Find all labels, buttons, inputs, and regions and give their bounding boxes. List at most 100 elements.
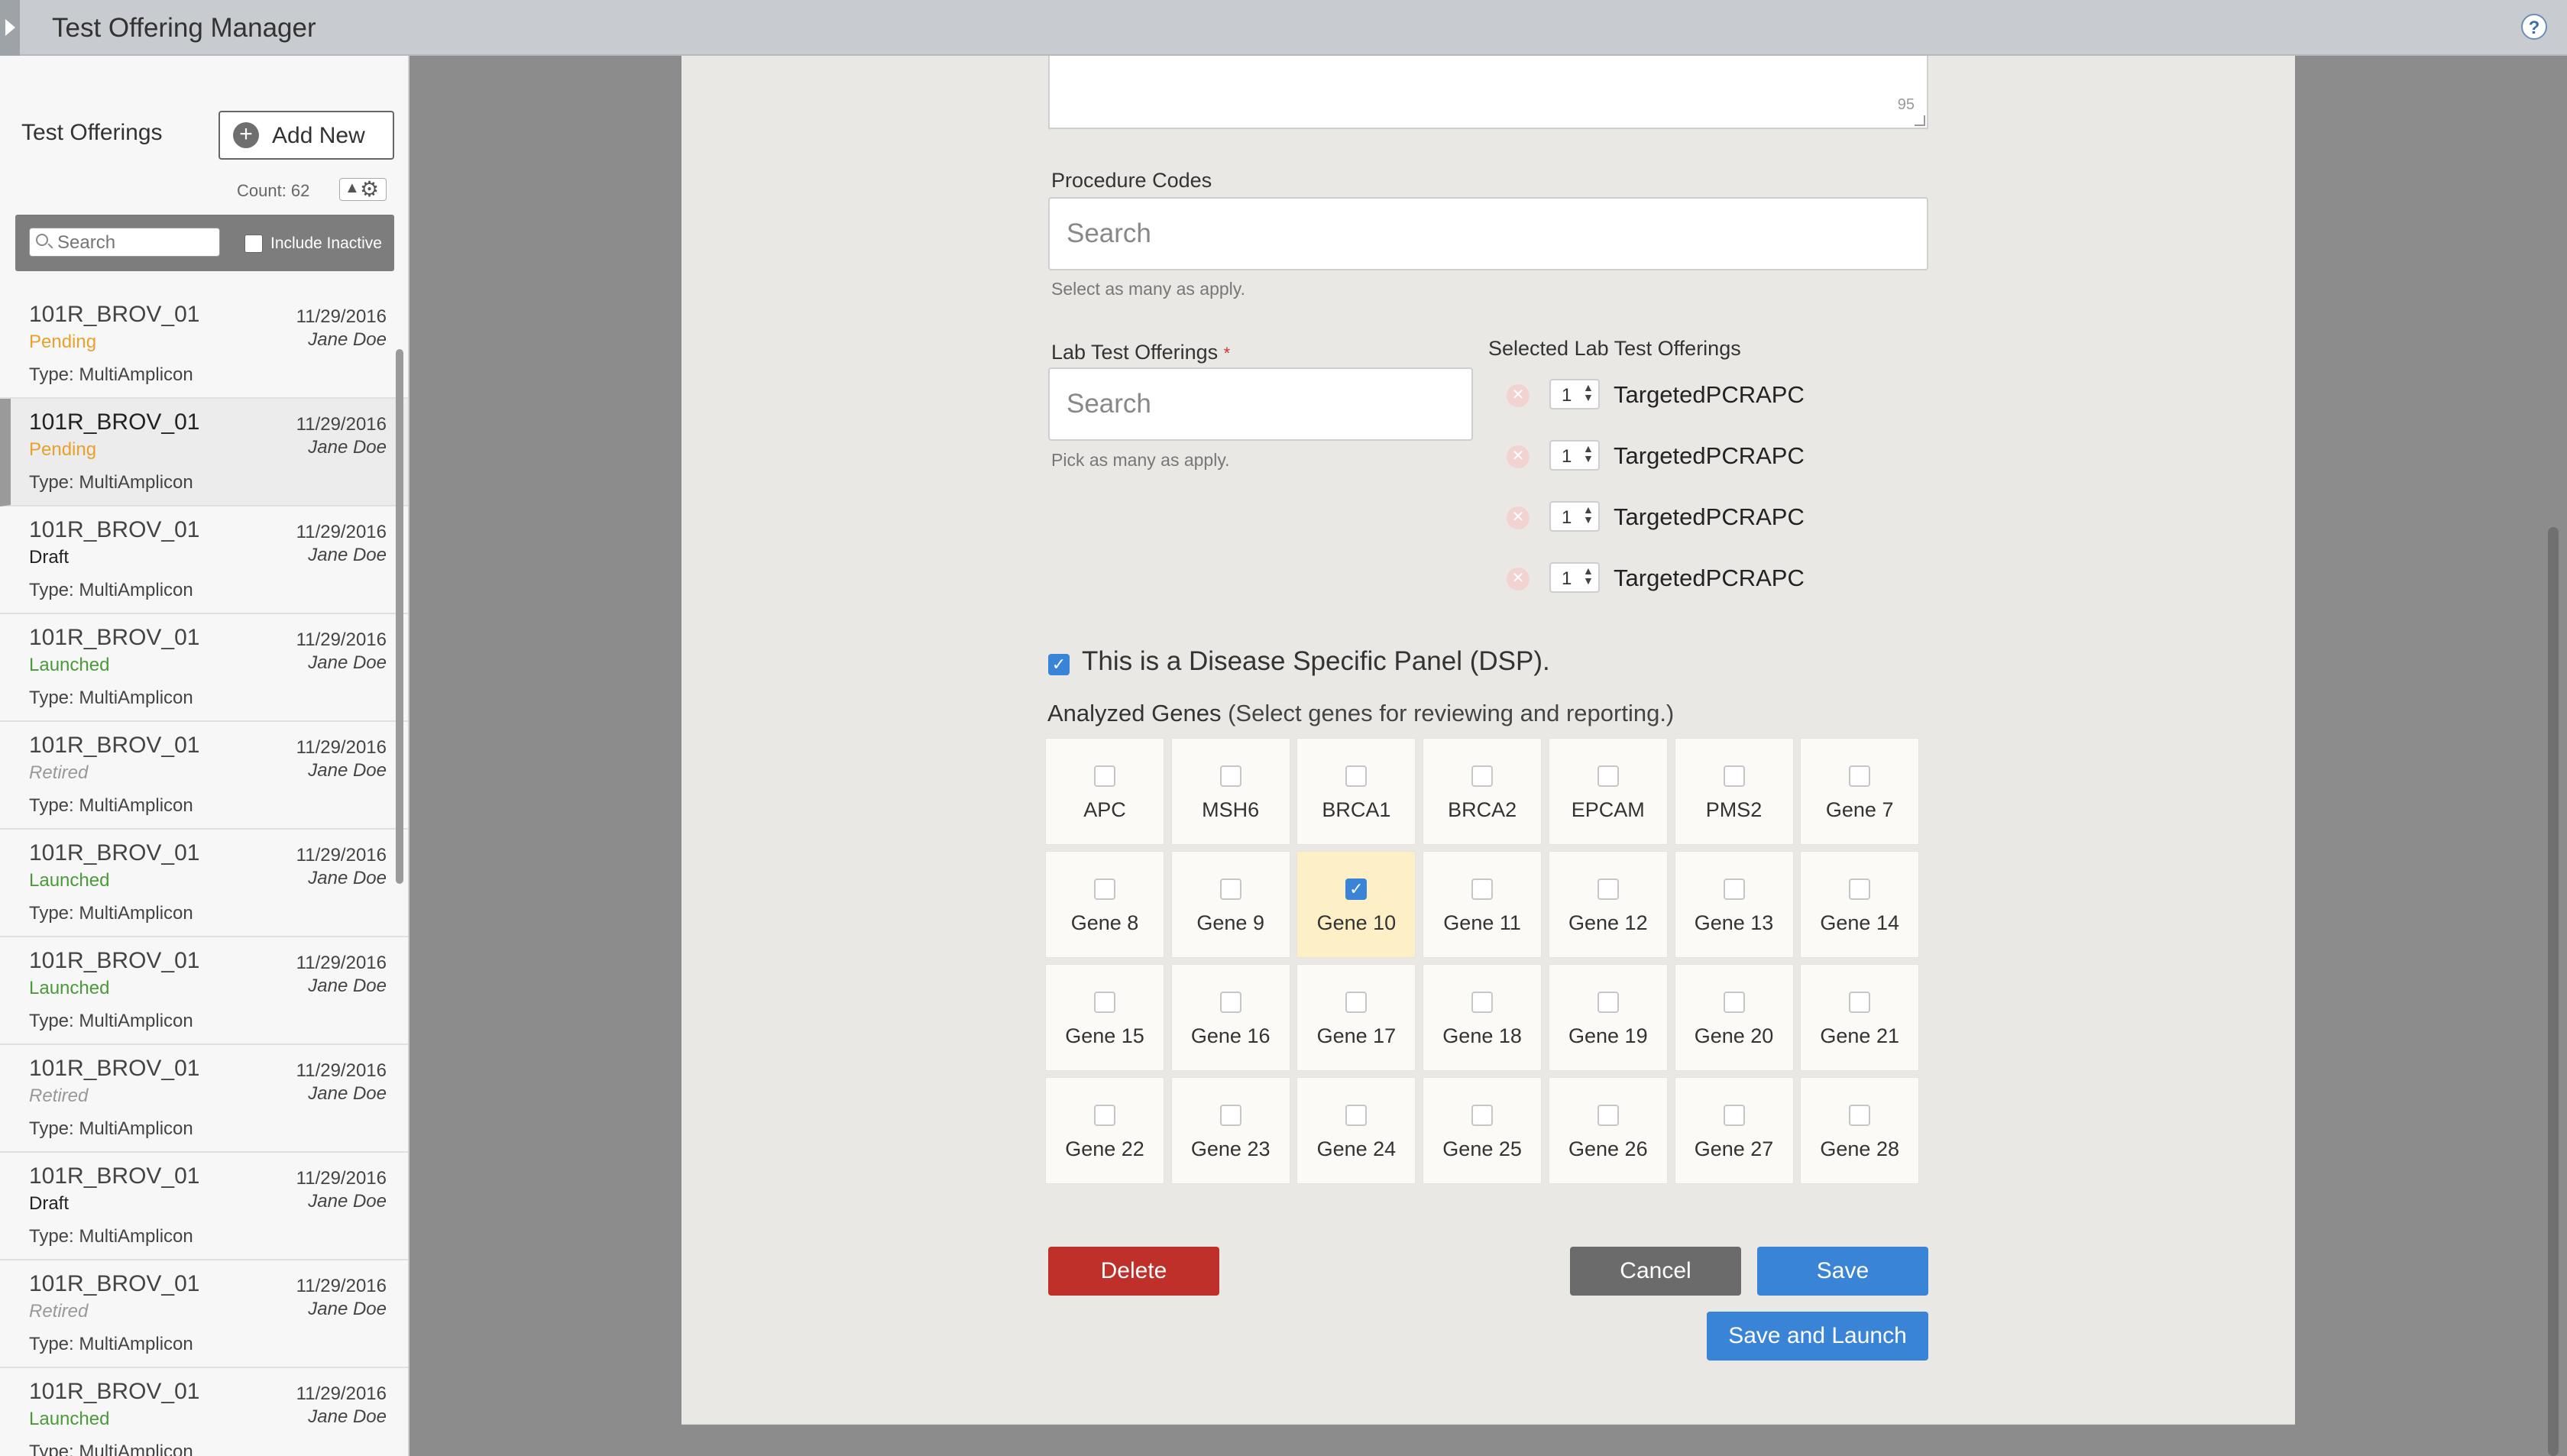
gene-checkbox[interactable] (1723, 765, 1745, 787)
remove-icon[interactable]: ✕ (1507, 445, 1530, 468)
gene-checkbox[interactable] (1345, 1105, 1368, 1126)
delete-button[interactable]: Delete (1048, 1247, 1219, 1296)
gene-option[interactable]: Gene 23 (1170, 1077, 1290, 1184)
gene-option[interactable]: Gene 17 (1296, 964, 1416, 1071)
list-item[interactable]: 101R_BROV_01 Pending Type: MultiAmplicon 11… (0, 399, 408, 506)
gene-option[interactable]: ✓ Gene 10 (1296, 851, 1416, 958)
gene-option[interactable]: BRCA1 (1296, 738, 1416, 845)
gene-option[interactable]: PMS2 (1674, 738, 1794, 845)
list-item[interactable]: 101R_BROV_01 Retired Type: MultiAmplicon 11… (0, 722, 408, 830)
sort-settings-button[interactable]: ▲ ⚙ (339, 177, 387, 201)
gene-checkbox[interactable] (1094, 1105, 1115, 1126)
gene-option[interactable]: Gene 20 (1674, 964, 1794, 1071)
sidebar-search-input[interactable] (56, 231, 212, 254)
gene-option[interactable]: Gene 25 (1423, 1077, 1542, 1184)
gene-checkbox[interactable] (1219, 765, 1241, 787)
gene-checkbox[interactable] (1723, 1105, 1745, 1126)
gene-checkbox[interactable] (1597, 992, 1619, 1013)
gene-checkbox[interactable] (1723, 878, 1745, 900)
gene-checkbox[interactable] (1471, 878, 1494, 900)
gene-checkbox[interactable] (1345, 765, 1368, 787)
gene-option[interactable]: Gene 8 (1045, 851, 1164, 958)
cancel-button[interactable]: Cancel (1570, 1247, 1741, 1296)
gene-checkbox[interactable] (1219, 992, 1241, 1013)
gene-option[interactable]: Gene 13 (1674, 851, 1794, 958)
list-item[interactable]: 101R_BROV_01 Launched Type: MultiAmplicon 1… (0, 830, 408, 937)
gene-option[interactable]: Gene 24 (1296, 1077, 1416, 1184)
remove-icon[interactable]: ✕ (1507, 384, 1530, 407)
gene-option[interactable]: Gene 11 (1423, 851, 1542, 958)
analyzed-genes-label: Analyzed Genes (1047, 700, 1222, 726)
gene-option[interactable]: Gene 27 (1674, 1077, 1794, 1184)
gene-name: Gene 15 (1065, 1024, 1144, 1047)
gene-option[interactable]: BRCA2 (1423, 738, 1542, 845)
gene-checkbox[interactable] (1849, 765, 1871, 787)
gene-option[interactable]: EPCAM (1548, 738, 1668, 845)
resize-handle-icon[interactable] (1915, 115, 1925, 126)
list-item[interactable]: 101R_BROV_01 Pending Type: MultiAmplicon 11… (0, 291, 408, 399)
gene-checkbox[interactable] (1471, 992, 1494, 1013)
list-item[interactable]: 101R_BROV_01 Retired Type: MultiAmplicon 11… (0, 1260, 408, 1368)
sidebar-scrollbar[interactable] (396, 349, 403, 884)
gene-checkbox[interactable] (1849, 1105, 1871, 1126)
list-item[interactable]: 101R_BROV_01 Launched Type: MultiAmplicon 1… (0, 937, 408, 1045)
gene-checkbox[interactable] (1219, 1105, 1241, 1126)
offering-date: 11/29/2016 (296, 414, 387, 435)
offering-name: 101R_BROV_01 (29, 302, 200, 327)
gene-checkbox[interactable]: ✓ (1345, 878, 1368, 900)
gene-option[interactable]: Gene 9 (1170, 851, 1290, 958)
gene-checkbox[interactable] (1094, 992, 1115, 1013)
quantity-stepper[interactable]: 1 ▲ ▼ (1549, 501, 1600, 532)
gene-checkbox[interactable] (1597, 1105, 1619, 1126)
gene-option[interactable]: MSH6 (1170, 738, 1290, 845)
save-and-launch-button[interactable]: Save and Launch (1707, 1312, 1928, 1361)
gene-checkbox[interactable] (1597, 878, 1619, 900)
gene-checkbox[interactable] (1597, 765, 1619, 787)
quantity-stepper[interactable]: 1 ▲ ▼ (1549, 379, 1600, 409)
gene-checkbox[interactable] (1094, 878, 1115, 900)
count-label: Count: 62 (237, 181, 310, 200)
gene-option[interactable]: Gene 21 (1800, 964, 1920, 1071)
gene-option[interactable]: Gene 26 (1548, 1077, 1668, 1184)
gene-option[interactable]: Gene 7 (1800, 738, 1920, 845)
add-new-button[interactable]: + Add New (219, 111, 394, 160)
gene-option[interactable]: Gene 16 (1170, 964, 1290, 1071)
lab-tests-help: Pick as many as apply. (1051, 450, 1230, 470)
gene-option[interactable]: Gene 19 (1548, 964, 1668, 1071)
gene-option[interactable]: Gene 12 (1548, 851, 1668, 958)
gene-option[interactable]: APC (1045, 738, 1164, 845)
procedure-codes-input[interactable]: Search (1048, 197, 1928, 270)
gene-checkbox[interactable] (1471, 765, 1494, 787)
gene-checkbox[interactable] (1849, 878, 1871, 900)
gene-checkbox[interactable] (1345, 992, 1368, 1013)
include-inactive-checkbox[interactable] (244, 235, 263, 253)
quantity-stepper[interactable]: 1 ▲ ▼ (1549, 440, 1600, 471)
list-item[interactable]: 101R_BROV_01 Draft Type: MultiAmplicon 11/2… (0, 506, 408, 614)
gene-option[interactable]: Gene 28 (1800, 1077, 1920, 1184)
list-item[interactable]: 101R_BROV_01 Launched Type: MultiAmplicon 1… (0, 614, 408, 722)
remove-icon[interactable]: ✕ (1507, 506, 1530, 529)
list-item[interactable]: 101R_BROV_01 Draft Type: MultiAmplicon 11/2… (0, 1153, 408, 1260)
quantity-stepper[interactable]: 1 ▲ ▼ (1549, 562, 1600, 593)
dsp-checkbox[interactable]: ✓ (1048, 654, 1070, 675)
gene-option[interactable]: Gene 22 (1045, 1077, 1164, 1184)
lab-tests-input[interactable]: Search (1048, 367, 1473, 441)
gene-checkbox[interactable] (1723, 992, 1745, 1013)
save-button[interactable]: Save (1757, 1247, 1928, 1296)
sidebar-search-box[interactable] (29, 228, 220, 257)
gene-option[interactable]: Gene 15 (1045, 964, 1164, 1071)
gene-checkbox[interactable] (1219, 878, 1241, 900)
gene-checkbox[interactable] (1094, 765, 1115, 787)
main-scrollbar[interactable] (2548, 527, 2559, 1456)
sidebar-toggle-button[interactable] (0, 0, 20, 56)
remove-icon[interactable]: ✕ (1507, 568, 1530, 590)
gene-checkbox[interactable] (1471, 1105, 1494, 1126)
status-badge: Launched (29, 870, 110, 891)
gene-checkbox[interactable] (1849, 992, 1871, 1013)
gene-option[interactable]: Gene 14 (1800, 851, 1920, 958)
list-item[interactable]: 101R_BROV_01 Retired Type: MultiAmplicon 11… (0, 1045, 408, 1153)
list-item[interactable]: 101R_BROV_01 Launched Type: MultiAmplicon 1… (0, 1368, 408, 1456)
gene-option[interactable]: Gene 18 (1423, 964, 1542, 1071)
help-icon[interactable]: ? (2521, 14, 2547, 40)
description-textarea[interactable]: 95 (1048, 56, 1928, 129)
